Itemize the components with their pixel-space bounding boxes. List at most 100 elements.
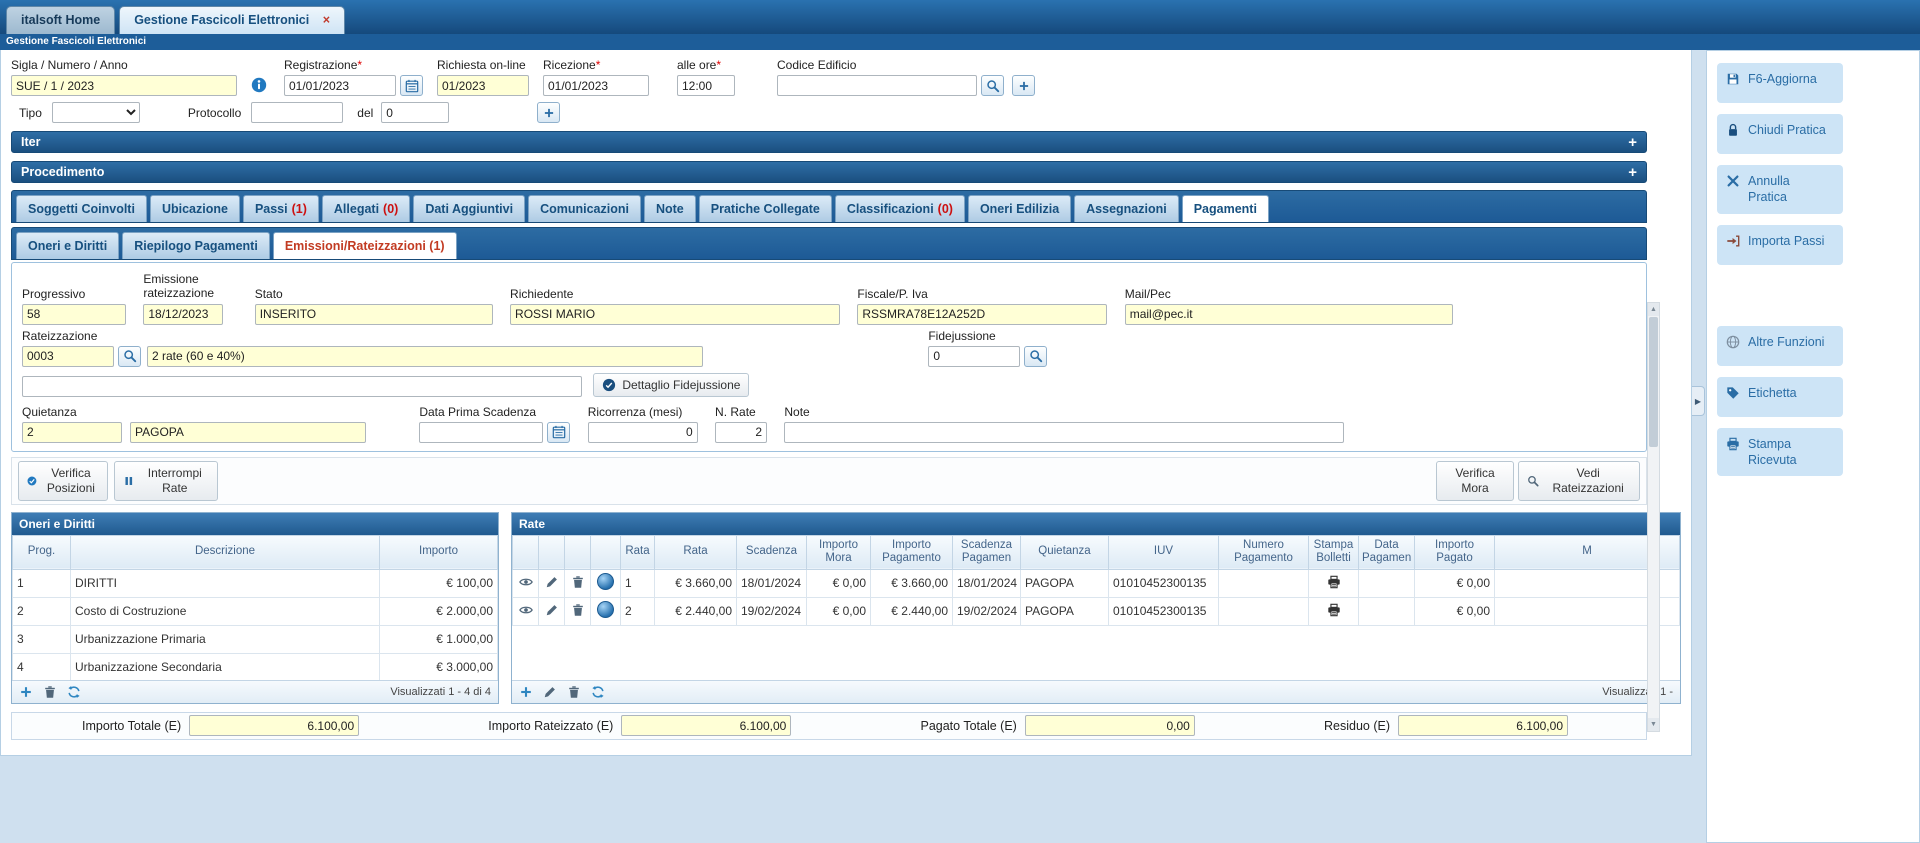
protocollo-input[interactable] <box>251 102 343 123</box>
data-prima-scadenza-input[interactable] <box>419 422 543 443</box>
refresh-rate-button[interactable] <box>591 685 605 699</box>
residuo-input[interactable] <box>1398 715 1568 736</box>
codice-edificio-input[interactable] <box>777 75 977 96</box>
vedi-rateizzazioni-button[interactable]: Vedi Rateizzazioni <box>1518 461 1640 501</box>
print-bollettino-button[interactable] <box>1327 575 1341 589</box>
column-header-data-pagamento[interactable]: Data Pagamen <box>1359 535 1415 569</box>
edit-rata-button[interactable] <box>543 685 557 699</box>
stampa-ricevuta-button[interactable]: Stampa Ricevuta <box>1717 428 1843 477</box>
data-prima-scadenza-calendar-button[interactable] <box>547 422 570 443</box>
del-input[interactable] <box>381 102 449 123</box>
progressivo-input[interactable] <box>22 304 126 325</box>
rateizzazione-desc-input[interactable] <box>147 346 703 367</box>
delete-rate-button[interactable] <box>571 603 585 617</box>
view-rate-button[interactable] <box>519 603 533 617</box>
altre-funzioni-button[interactable]: Altre Funzioni <box>1717 326 1843 366</box>
vertical-scrollbar[interactable]: ▲ ▼ <box>1647 302 1660 732</box>
f6-aggiorna-button[interactable]: F6-Aggiorna <box>1717 63 1843 103</box>
pagato-totale-input[interactable] <box>1025 715 1195 736</box>
add-protocollo-button[interactable] <box>537 102 560 123</box>
tab-note[interactable]: Note <box>644 195 696 222</box>
importo-rateizzato-input[interactable] <box>621 715 791 736</box>
column-header-scadenza-pagamento[interactable]: Scadenza Pagamen <box>953 535 1021 569</box>
codice-edificio-search-button[interactable] <box>981 75 1004 96</box>
column-header-importo-pagamento[interactable]: Importo Pagamento <box>871 535 953 569</box>
column-header-importo[interactable]: Importo <box>380 535 498 569</box>
richiedente-input[interactable] <box>510 304 840 325</box>
fiscale-piva-input[interactable] <box>857 304 1107 325</box>
rateizzazione-search-button[interactable] <box>118 346 141 367</box>
tab-pagamenti[interactable]: Pagamenti <box>1182 195 1269 222</box>
column-header-numero-pagamento[interactable]: Numero Pagamento <box>1219 535 1309 569</box>
table-row[interactable]: 3 Urbanizzazione Primaria € 1.000,00 <box>13 625 498 653</box>
table-row[interactable]: 4 Urbanizzazione Secondaria € 3.000,00 <box>13 653 498 680</box>
scroll-up-arrow[interactable]: ▲ <box>1648 303 1659 316</box>
column-header-quietanza[interactable]: Quietanza <box>1021 535 1109 569</box>
verifica-posizioni-button[interactable]: Verifica Posizioni <box>18 461 108 501</box>
ricorrenza-mesi-input[interactable] <box>588 422 698 443</box>
tab-italsoft-home[interactable]: italsoft Home <box>6 6 115 34</box>
table-row[interactable]: 1 € 3.660,00 18/01/2024 € 0,00 € 3.660,0… <box>513 569 1680 597</box>
registrazione-input[interactable] <box>284 75 396 96</box>
emissione-rateizzazione-input[interactable] <box>143 304 223 325</box>
stato-input[interactable] <box>255 304 493 325</box>
pagopa-button[interactable] <box>597 601 614 618</box>
delete-rata-button[interactable] <box>567 685 581 699</box>
add-codice-edificio-button[interactable] <box>1012 75 1035 96</box>
fidejussione-extra-input[interactable] <box>22 376 582 397</box>
dettaglio-fidejussione-button[interactable]: Dettaglio Fidejussione <box>593 373 749 397</box>
registrazione-calendar-button[interactable] <box>400 75 423 96</box>
fidejussione-search-button[interactable] <box>1024 346 1047 367</box>
fidejussione-input[interactable] <box>928 346 1020 367</box>
expand-sidebar-handle[interactable]: ▶ <box>1692 386 1705 416</box>
add-rata-button[interactable] <box>519 685 533 699</box>
info-icon[interactable] <box>251 77 268 94</box>
column-header-prog[interactable]: Prog. <box>13 535 71 569</box>
importo-totale-input[interactable] <box>189 715 359 736</box>
refresh-oneri-button[interactable] <box>67 685 81 699</box>
alle-ore-input[interactable] <box>677 75 735 96</box>
column-header-rata[interactable]: Rata <box>655 535 737 569</box>
verifica-mora-button[interactable]: Verifica Mora <box>1436 461 1514 501</box>
tab-classificazioni[interactable]: Classificazioni(0) <box>835 195 965 222</box>
subtab-oneri-e-diritti[interactable]: Oneri e Diritti <box>16 232 119 259</box>
interrompi-rate-button[interactable]: Interrompi Rate <box>114 461 218 501</box>
importa-passi-button[interactable]: Importa Passi <box>1717 225 1843 265</box>
mail-pec-input[interactable] <box>1125 304 1453 325</box>
column-header-iuv[interactable]: IUV <box>1109 535 1219 569</box>
scroll-down-arrow[interactable]: ▼ <box>1648 718 1659 731</box>
column-header-importo-mora[interactable]: Importo Mora <box>807 535 871 569</box>
panel-iter[interactable]: Iter + <box>11 131 1647 153</box>
expand-procedimento-icon[interactable]: + <box>1628 164 1637 181</box>
tab-ubicazione[interactable]: Ubicazione <box>150 195 240 222</box>
subtab-emissioni-rateizzazioni[interactable]: Emissioni/Rateizzazioni (1) <box>273 232 457 259</box>
etichetta-button[interactable]: Etichetta <box>1717 377 1843 417</box>
n-rate-input[interactable] <box>715 422 767 443</box>
tab-gestione-fascicoli[interactable]: Gestione Fascicoli Elettronici × <box>119 6 345 34</box>
close-tab-icon[interactable]: × <box>323 13 330 27</box>
table-row[interactable]: 1 DIRITTI € 100,00 <box>13 569 498 597</box>
tab-oneri-edilizia[interactable]: Oneri Edilizia <box>968 195 1071 222</box>
edit-rate-button[interactable] <box>545 575 559 589</box>
rateizzazione-code-input[interactable] <box>22 346 114 367</box>
chiudi-pratica-button[interactable]: Chiudi Pratica <box>1717 114 1843 154</box>
view-rate-button[interactable] <box>519 575 533 589</box>
tab-comunicazioni[interactable]: Comunicazioni <box>528 195 641 222</box>
tab-pratiche-collegate[interactable]: Pratiche Collegate <box>699 195 832 222</box>
column-header-descrizione[interactable]: Descrizione <box>71 535 380 569</box>
annulla-pratica-button[interactable]: Annulla Pratica <box>1717 165 1843 214</box>
column-header-rata-num[interactable]: Rata <box>621 535 655 569</box>
ricezione-input[interactable] <box>543 75 649 96</box>
delete-onere-button[interactable] <box>43 685 57 699</box>
subtab-riepilogo-pagamenti[interactable]: Riepilogo Pagamenti <box>122 232 270 259</box>
panel-procedimento[interactable]: Procedimento + <box>11 161 1647 183</box>
tab-allegati[interactable]: Allegati(0) <box>322 195 410 222</box>
column-header-scadenza[interactable]: Scadenza <box>737 535 807 569</box>
pagopa-button[interactable] <box>597 573 614 590</box>
tab-soggetti-coinvolti[interactable]: Soggetti Coinvolti <box>16 195 147 222</box>
note-input[interactable] <box>784 422 1344 443</box>
print-bollettino-button[interactable] <box>1327 603 1341 617</box>
table-row[interactable]: 2 € 2.440,00 19/02/2024 € 0,00 € 2.440,0… <box>513 597 1680 625</box>
scrollbar-thumb[interactable] <box>1649 317 1658 447</box>
sigla-input[interactable] <box>11 75 237 96</box>
